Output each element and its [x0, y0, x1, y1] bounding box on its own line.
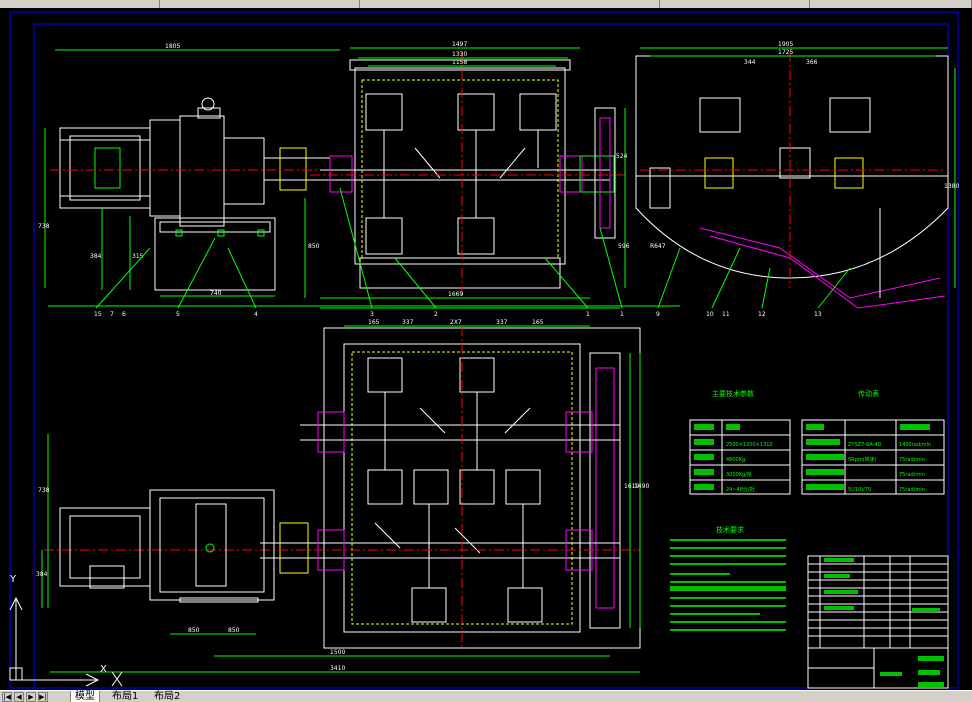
- technical-notes: 技术要求: [670, 525, 786, 631]
- paddles-plan: [367, 357, 543, 623]
- outer-frame: [9, 11, 959, 689]
- dim-top-b: 337: [402, 319, 414, 326]
- mixer-front-view: [320, 59, 620, 309]
- balloon-label: 1: [586, 311, 590, 318]
- dim-top-a: 165: [368, 319, 380, 326]
- dim-top-e: 165: [532, 319, 544, 326]
- balloon-label: 5: [176, 311, 180, 318]
- balloon-label: 3: [370, 311, 374, 318]
- dim-height-left: 738: [38, 223, 50, 230]
- balloons: 15 7 6 5 4 3 2 1 1 9 10 11 12 13: [94, 311, 822, 318]
- dim-bottom-a: 1500: [330, 649, 345, 656]
- dim-left-width: 1805: [165, 43, 180, 50]
- first-tab-button[interactable]: |◀: [2, 692, 12, 702]
- bottom-dimensions: [41, 325, 641, 673]
- dim-top-c: 2X7: [450, 319, 462, 326]
- toolbar-segment[interactable]: [360, 0, 660, 8]
- prev-tab-button[interactable]: ◀: [14, 692, 24, 702]
- motor-front-view: [59, 97, 330, 291]
- motor-cell: 5Rpm(转速): [848, 456, 877, 463]
- dim-right-b: 1490: [634, 483, 649, 490]
- layout-tab-bar: |◀ ◀ ▶ ▶| 模型 布局1 布局2: [0, 690, 972, 702]
- toolbar-segment[interactable]: [810, 0, 972, 8]
- toolbar-segment[interactable]: [660, 0, 810, 8]
- dim-base-width: 740: [210, 290, 222, 297]
- params-table: 主要技术参数 2500×1200×1310 4800Kg 3000Kg/批 24…: [689, 389, 791, 495]
- top-dimensions: [44, 47, 956, 307]
- notes-title: 技术要求: [716, 525, 744, 534]
- dim-top-d: 337: [496, 319, 508, 326]
- dim-right-a: 344: [744, 59, 756, 66]
- balloon-label: 10: [706, 311, 714, 318]
- dim-base-b: 850: [228, 627, 240, 634]
- dim-height-right: 1380: [944, 183, 959, 190]
- dim-right-h: 596: [618, 243, 630, 250]
- motor-cell: 1400rad/min: [899, 442, 931, 448]
- motor-cell: 75rad/min: [899, 457, 925, 463]
- balloon-label: 13: [814, 311, 822, 318]
- dim-height-left-base: 384: [90, 253, 102, 260]
- balloon-label: 9: [656, 311, 660, 318]
- tab-layout1[interactable]: 布局1: [108, 691, 142, 702]
- params-cell: 24~48分/批: [726, 486, 755, 493]
- balloon-label: 2: [434, 311, 438, 318]
- motor-title: 传动表: [858, 389, 879, 398]
- dim-mid-inner: 1330: [452, 51, 467, 58]
- tab-layout2[interactable]: 布局2: [150, 691, 184, 702]
- ucs-y-label: Y: [9, 574, 17, 585]
- motor-plan-view: [59, 489, 275, 603]
- dim-mid-side: 524: [616, 153, 628, 160]
- dim-right-radius: R647: [650, 243, 666, 250]
- tab-model[interactable]: 模型: [70, 691, 100, 702]
- params-cell: 4800Kg: [726, 457, 745, 463]
- motor-cell: 75rad/min: [899, 472, 925, 478]
- balloon-label: 15: [94, 311, 102, 318]
- motor-table: 传动表 ZYSZ7-6A-4D 5Rpm(转速) 5(/10)/70 1400r…: [801, 389, 945, 495]
- motor-cell: 75rad/min: [899, 487, 925, 493]
- dim-mid-outer: 1497: [452, 41, 467, 48]
- dim-bottom-b: 3410: [330, 665, 345, 672]
- ucs-x-label: X: [100, 664, 107, 675]
- dim-right-b: 366: [806, 59, 818, 66]
- balloon-label: 7: [110, 311, 114, 318]
- motor-cell: ZYSZ7-6A-4D: [848, 442, 882, 448]
- dim-height-total: 738: [38, 487, 50, 494]
- balloon-label: 1: [620, 311, 624, 318]
- dim-base-a: 850: [188, 627, 200, 634]
- toolbar-strip: [0, 0, 972, 8]
- dim-height-mid: 850: [308, 243, 320, 250]
- balloon-label: 11: [722, 311, 730, 318]
- paddles-front: [365, 93, 557, 255]
- dim-mid-base: 1669: [448, 291, 463, 298]
- balloon-label: 12: [758, 311, 766, 318]
- motor-cell: 5(/10)/70: [848, 487, 871, 493]
- cad-drawing-canvas[interactable]: 1805 1497 1330 1158 1905 1725 344 366 73…: [0, 8, 972, 690]
- params-cell: 2500×1200×1310: [726, 442, 773, 448]
- plan-view: [260, 327, 641, 649]
- mixer-side-view: [635, 55, 949, 309]
- dim-mid-core: 1158: [452, 59, 467, 66]
- params-cell: 3000Kg/批: [726, 471, 752, 478]
- last-tab-button[interactable]: ▶|: [38, 692, 48, 702]
- toolbar-segment[interactable]: [160, 0, 360, 8]
- dim-right-width: 1905: [778, 41, 793, 48]
- dim-right-sub: 1725: [778, 49, 793, 56]
- next-tab-button[interactable]: ▶: [26, 692, 36, 702]
- dim-height-base: 384: [36, 571, 48, 578]
- balloon-label: 4: [254, 311, 258, 318]
- toolbar-segment[interactable]: [0, 0, 160, 8]
- balloon-label: 6: [122, 311, 126, 318]
- params-title: 主要技术参数: [712, 389, 754, 398]
